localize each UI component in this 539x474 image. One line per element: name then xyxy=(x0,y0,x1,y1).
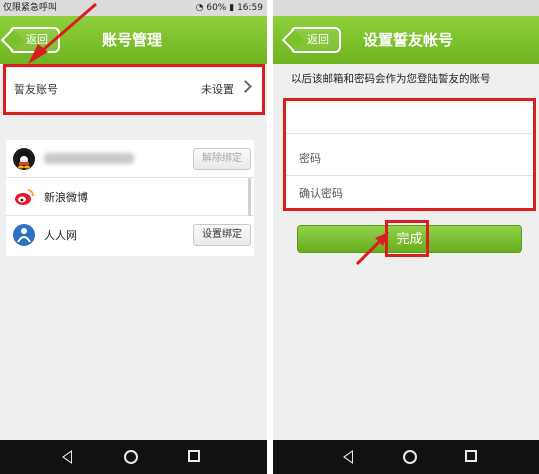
highlight-box xyxy=(3,64,265,115)
battery-text: 60% xyxy=(206,3,227,13)
back-button[interactable]: 返回 xyxy=(291,27,341,53)
unbind-button[interactable]: 解除绑定 xyxy=(193,148,251,170)
qq-account-name xyxy=(44,153,134,164)
list-item: 解除绑定 xyxy=(6,140,254,178)
back-button[interactable]: 返回 xyxy=(10,27,60,53)
binding-list: 解除绑定 新浪微博 人人网 设置绑定 xyxy=(6,140,254,256)
set-friend-account-screen: 返回 设置誓友帐号 以后该邮箱和密码会作为您登陆誓友的账号 完成 xyxy=(273,0,539,474)
weibo-icon xyxy=(13,186,35,208)
nav-recent-icon[interactable] xyxy=(465,450,477,462)
scrollbar[interactable] xyxy=(248,178,251,216)
battery-icon: ▮ xyxy=(229,3,235,13)
nav-recent-icon[interactable] xyxy=(188,450,200,462)
nav-back-icon[interactable] xyxy=(343,450,353,464)
carrier-text: 仅限紧急呼叫 xyxy=(3,3,58,13)
nav-home-icon[interactable] xyxy=(124,450,138,464)
nav-back-icon[interactable] xyxy=(62,450,72,464)
list-item: 人人网 设置绑定 xyxy=(6,216,254,254)
clock-text: 16:59 xyxy=(237,3,263,13)
renren-label: 人人网 xyxy=(44,229,77,242)
title-bar: 返回 设置誓友帐号 xyxy=(273,16,539,64)
navigation-bar xyxy=(0,440,267,474)
renren-icon xyxy=(13,224,35,246)
status-bar: 仅限紧急呼叫 ◔ 60% ▮ 16:59 xyxy=(0,0,267,16)
list-item: 新浪微博 xyxy=(6,178,254,216)
highlight-box xyxy=(385,220,429,257)
weibo-label: 新浪微博 xyxy=(44,191,88,204)
account-management-screen: 仅限紧急呼叫 ◔ 60% ▮ 16:59 返回 账号管理 誓友账号 未设置 解除… xyxy=(0,0,267,474)
qq-icon xyxy=(13,148,35,170)
highlight-box xyxy=(283,98,536,211)
wifi-icon: ◔ xyxy=(195,3,204,13)
page-title: 账号管理 xyxy=(102,31,163,49)
title-bar: 返回 账号管理 xyxy=(0,16,267,64)
nav-home-icon[interactable] xyxy=(403,450,417,464)
hint-text: 以后该邮箱和密码会作为您登陆誓友的账号 xyxy=(291,73,491,85)
page-title: 设置誓友帐号 xyxy=(363,31,454,49)
status-bar xyxy=(273,0,539,16)
navigation-bar xyxy=(273,440,539,474)
bind-button[interactable]: 设置绑定 xyxy=(193,224,251,246)
